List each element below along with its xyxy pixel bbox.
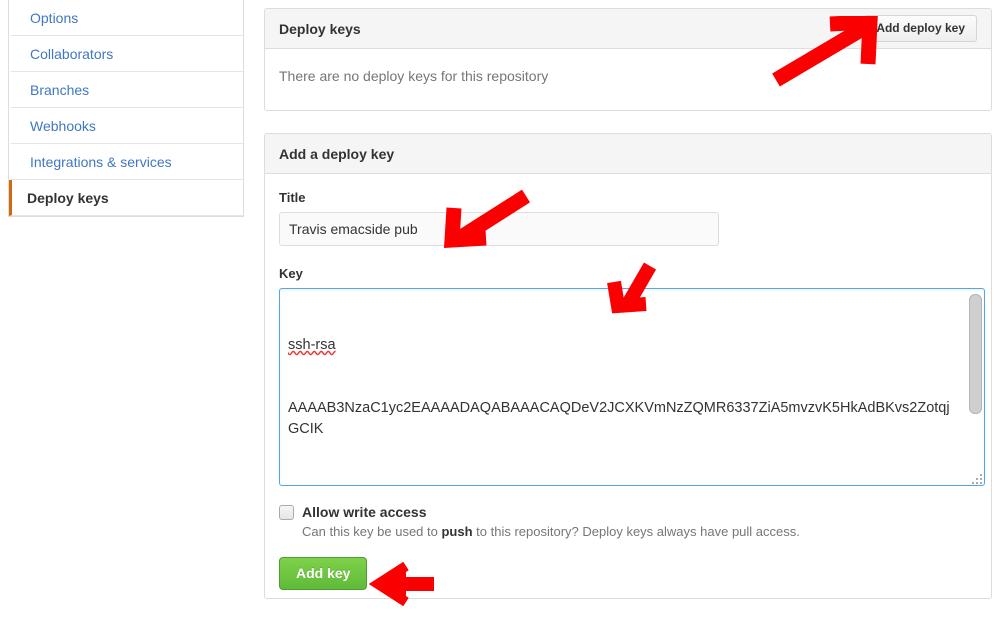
- sidebar-item-label: Collaborators: [30, 45, 114, 62]
- add-deploy-key-form: Title Key ssh-rsa AAAAB3NzaC1yc2EAAAADAQ…: [265, 174, 991, 598]
- deploy-key-text-content: ssh-rsa AAAAB3NzaC1yc2EAAAADAQABAAACAQDe…: [288, 293, 958, 485]
- sidebar-item-label: Options: [30, 9, 79, 26]
- textarea-resize-handle[interactable]: [972, 474, 982, 484]
- sidebar-item-label: Branches: [30, 81, 90, 98]
- main-content: Deploy keys Add deploy key There are no …: [264, 0, 992, 600]
- key-line: cxTCBbiQKaCUoacXFNXkdisoQL7Qcz87OZGJ37v9…: [288, 482, 958, 485]
- add-deploy-key-panel-header: Add a deploy key: [265, 134, 991, 174]
- sidebar-item-webhooks[interactable]: Webhooks: [9, 108, 243, 144]
- deploy-keys-panel-body: There are no deploy keys for this reposi…: [265, 49, 991, 110]
- help-emphasis: push: [441, 524, 473, 539]
- settings-page: Options Collaborators Branches Webhooks …: [0, 0, 1006, 624]
- empty-state-message: There are no deploy keys for this reposi…: [279, 68, 549, 84]
- form-spacer: [279, 246, 977, 266]
- sidebar-item-collaborators[interactable]: Collaborators: [9, 36, 243, 72]
- sidebar-item-integrations-and-services[interactable]: Integrations & services: [9, 144, 243, 180]
- deploy-keys-panel-header: Deploy keys Add deploy key: [265, 9, 991, 49]
- add-deploy-key-panel: Add a deploy key Title Key ssh-rsa AAAAB…: [264, 133, 992, 600]
- sidebar-item-options[interactable]: Options: [9, 0, 243, 36]
- title-field-label: Title: [279, 190, 306, 205]
- help-prefix: Can this key be used to: [302, 524, 442, 539]
- add-deploy-key-button[interactable]: Add deploy key: [864, 14, 977, 43]
- key-line: ssh-rsa: [288, 337, 336, 353]
- allow-write-access-label[interactable]: Allow write access: [302, 504, 427, 520]
- deploy-key-title-input[interactable]: [279, 212, 719, 246]
- key-field-label: Key: [279, 266, 303, 281]
- add-deploy-key-title: Add a deploy key: [279, 145, 395, 162]
- help-suffix: to this repository? Deploy keys always h…: [472, 524, 800, 539]
- settings-sidebar: Options Collaborators Branches Webhooks …: [8, 0, 244, 217]
- allow-write-access-row: Allow write access: [279, 504, 977, 520]
- allow-write-access-checkbox[interactable]: [279, 505, 294, 520]
- sidebar-item-label: Webhooks: [30, 117, 96, 134]
- textarea-scrollbar[interactable]: [968, 292, 982, 482]
- sidebar-item-branches[interactable]: Branches: [9, 72, 243, 108]
- sidebar-item-label: Integrations & services: [30, 153, 172, 170]
- allow-write-access-help: Can this key be used to push to this rep…: [302, 524, 977, 539]
- key-line: AAAAB3NzaC1yc2EAAAADAQABAAACAQDeV2JCXKVm…: [288, 400, 950, 437]
- deploy-key-textarea[interactable]: ssh-rsa AAAAB3NzaC1yc2EAAAADAQABAAACAQDe…: [279, 288, 985, 486]
- page-title: Deploy keys: [279, 20, 361, 37]
- sidebar-item-label: Deploy keys: [27, 189, 109, 206]
- submit-row: Add key: [279, 557, 977, 594]
- textarea-scrollbar-thumb[interactable]: [969, 294, 982, 414]
- add-key-button[interactable]: Add key: [279, 557, 368, 591]
- deploy-keys-panel: Deploy keys Add deploy key There are no …: [264, 8, 992, 111]
- sidebar-item-deploy-keys[interactable]: Deploy keys: [9, 180, 243, 216]
